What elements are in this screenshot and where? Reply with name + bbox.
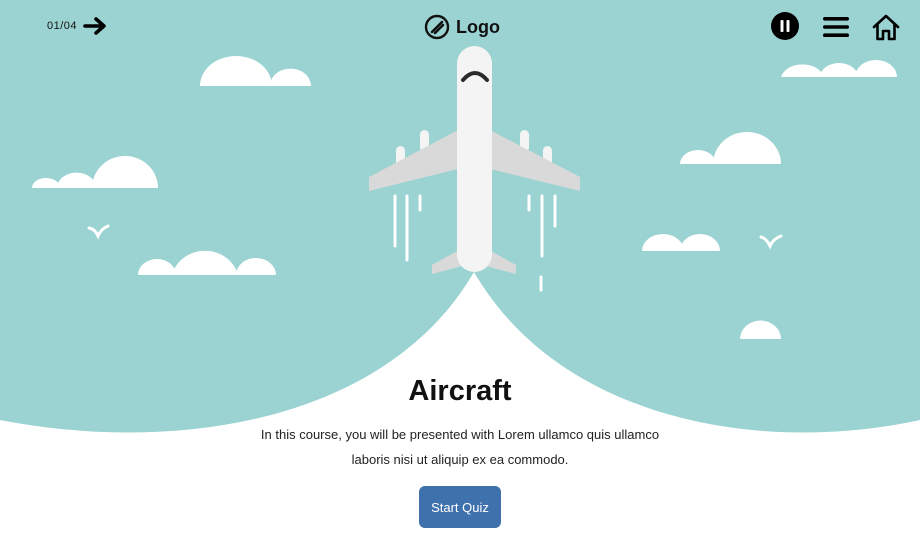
slide-counter: 01/04 [47, 20, 78, 32]
course-description: In this course, you will be presented wi… [260, 427, 660, 467]
page-title: Aircraft [408, 375, 512, 407]
logo-text: Logo [456, 16, 500, 37]
course-intro-content: Aircraft In this course, you will be pre… [0, 372, 920, 528]
home-icon[interactable] [871, 12, 901, 42]
hamburger-menu-icon[interactable] [822, 14, 850, 40]
slash-circle-icon [424, 14, 450, 40]
pause-icon[interactable] [770, 11, 800, 41]
arrow-right-icon[interactable] [83, 14, 109, 38]
top-navigation-bar: 01/04 Logo [0, 0, 920, 54]
course-intro-screen: 01/04 Logo Aircraft In this course, you … [0, 0, 920, 540]
start-quiz-button[interactable]: Start Quiz [419, 486, 501, 528]
brand-logo: Logo [424, 13, 500, 41]
